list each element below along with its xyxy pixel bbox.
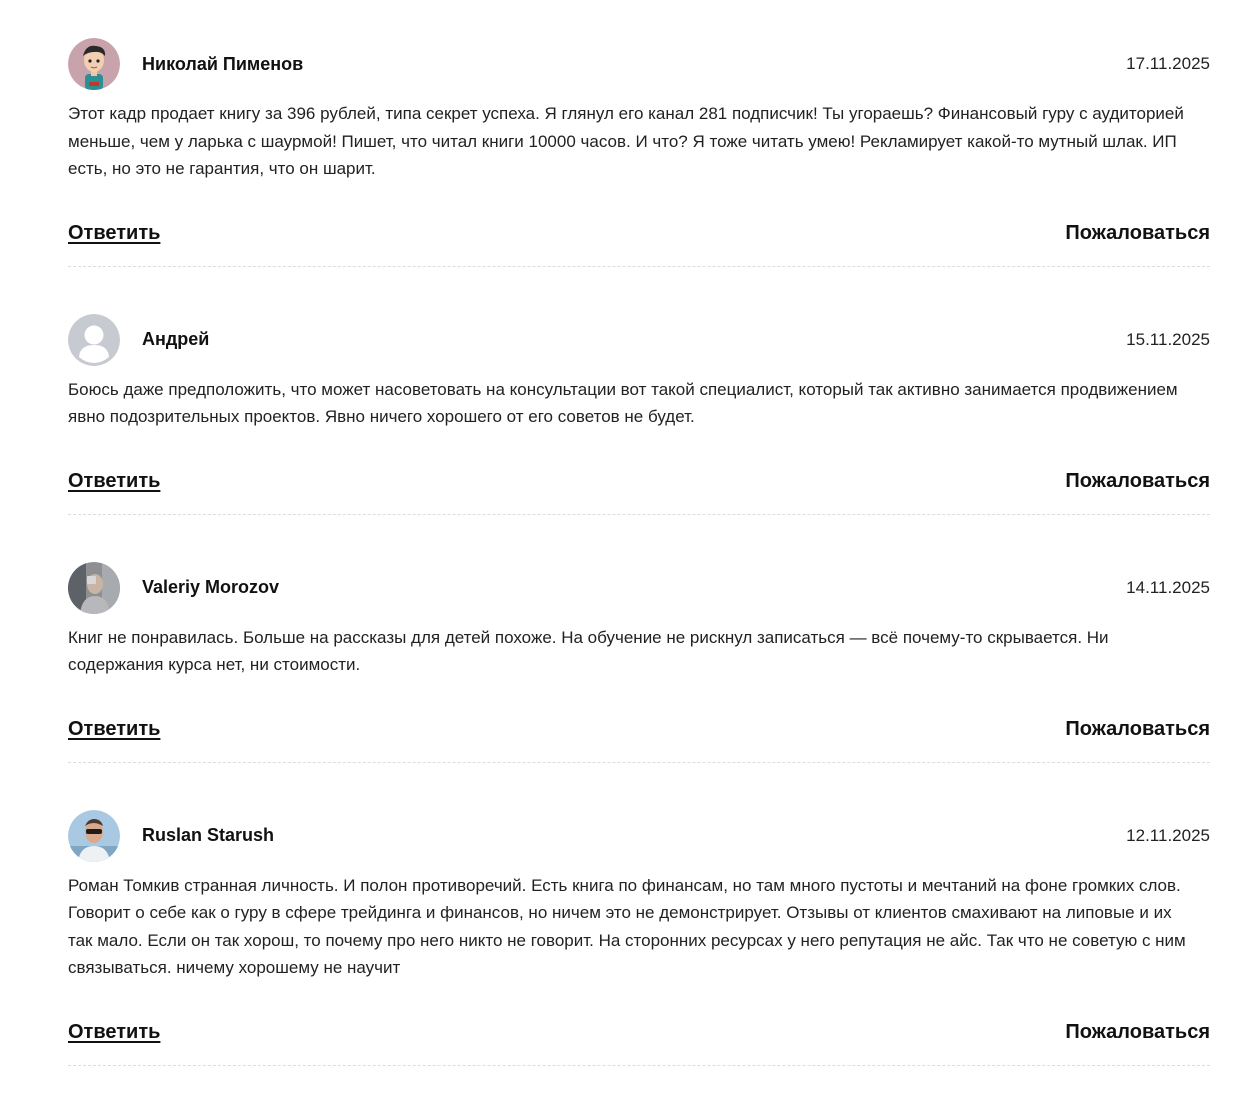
comment-date: 17.11.2025 xyxy=(1126,54,1210,73)
comment-date: 12.11.2025 xyxy=(1126,825,1210,845)
cartoon-man-avatar xyxy=(68,38,120,90)
report-link[interactable]: Пожаловаться xyxy=(1065,1021,1210,1044)
comment-date: 14.11.2025 xyxy=(1126,577,1210,597)
comment-author: Ruslan Starush xyxy=(142,825,275,845)
comment-actions: Ответить Пожаловаться xyxy=(68,1018,1210,1065)
comment-header: Николай Пименов 17.11.2025 xyxy=(68,38,1210,90)
reply-link[interactable]: Ответить xyxy=(68,718,160,741)
comment-author: Valeriy Morozov xyxy=(142,577,280,597)
report-link[interactable]: Пожаловаться xyxy=(1065,470,1210,493)
comment-text: Роман Томкив странная личность. И полон … xyxy=(68,875,1186,978)
reply-link[interactable]: Ответить xyxy=(68,1021,160,1044)
comment-item: Ruslan Starush 12.11.2025 Роман Томкив с… xyxy=(68,809,1210,1066)
photo-avatar xyxy=(68,561,120,614)
comment-author: Николай Пименов xyxy=(142,53,304,74)
comment-header: Андрей 15.11.2025 xyxy=(68,313,1210,366)
photo-avatar xyxy=(68,809,120,862)
comment-item: Николай Пименов 17.11.2025 Этот кадр про… xyxy=(68,38,1210,267)
default-user-avatar-icon xyxy=(68,313,120,366)
comment-actions: Ответить Пожаловаться xyxy=(68,467,1210,514)
comment-author: Андрей xyxy=(142,329,210,349)
comment-item: Андрей 15.11.2025 Боюсь даже предположит… xyxy=(68,313,1210,515)
comment-text: Книг не понравилась. Больше на рассказы … xyxy=(68,627,1109,675)
comment-text: Этот кадр продает книгу за 396 рублей, т… xyxy=(68,104,1184,178)
report-link[interactable]: Пожаловаться xyxy=(1065,222,1210,245)
comment-text: Боюсь даже предположить, что может насов… xyxy=(68,379,1178,427)
comment-header: Valeriy Morozov 14.11.2025 xyxy=(68,561,1210,614)
comment-date: 15.11.2025 xyxy=(1126,329,1210,349)
report-link[interactable]: Пожаловаться xyxy=(1065,718,1210,741)
comment-item: Valeriy Morozov 14.11.2025 Книг не понра… xyxy=(68,561,1210,763)
reply-link[interactable]: Ответить xyxy=(68,222,160,245)
comment-header: Ruslan Starush 12.11.2025 xyxy=(68,809,1210,862)
reply-link[interactable]: Ответить xyxy=(68,470,160,493)
comment-actions: Ответить Пожаловаться xyxy=(68,715,1210,762)
comments-list: Николай Пименов 17.11.2025 Этот кадр про… xyxy=(68,0,1210,1066)
comment-actions: Ответить Пожаловаться xyxy=(68,219,1210,266)
